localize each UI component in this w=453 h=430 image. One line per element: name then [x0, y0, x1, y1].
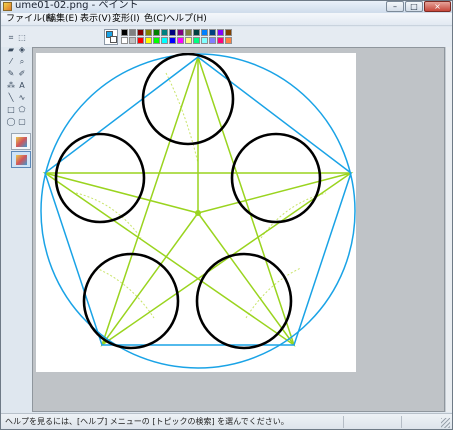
menu-help[interactable]: ヘルプ(H): [166, 13, 207, 26]
palette-swatch[interactable]: [137, 37, 144, 44]
brush-icon[interactable]: ✐: [17, 69, 27, 79]
drawing: [40, 53, 356, 369]
current-colors[interactable]: [104, 29, 118, 45]
menu-colors[interactable]: 色(C): [144, 13, 166, 26]
petal-circle-bottom-right: [195, 252, 293, 350]
palette-swatch[interactable]: [153, 37, 160, 44]
window-title: ume01-02.png - ペイント: [15, 0, 139, 11]
status-help-text: ヘルプを見るには、[ヘルプ] メニューの [トピックの検索] を選んでください。: [5, 417, 289, 426]
tool-option-opaque[interactable]: [11, 133, 31, 150]
palette-swatch[interactable]: [137, 29, 144, 36]
paint-window: ume01-02.png - ペイント – □ × ファイル(F) 編集(E) …: [0, 0, 453, 430]
palette-swatch[interactable]: [161, 29, 168, 36]
free-select-icon[interactable]: ⌗: [6, 33, 16, 43]
opaque-option-icon: [16, 137, 27, 147]
polygon-icon[interactable]: ⬠: [17, 105, 27, 115]
pencil-icon[interactable]: ✎: [6, 69, 16, 79]
paint-app-icon[interactable]: [3, 2, 12, 11]
title-bar[interactable]: ume01-02.png - ペイント – □ ×: [1, 0, 452, 13]
fill-icon[interactable]: ◈: [17, 45, 27, 55]
color-picker-icon[interactable]: ⁄: [6, 57, 16, 67]
menu-bar: ファイル(F) 編集(E) 表示(V) 変形(I) 色(C) ヘルプ(H): [1, 13, 452, 26]
palette-swatch[interactable]: [121, 29, 128, 36]
maximize-button[interactable]: □: [405, 1, 423, 12]
palette-swatch[interactable]: [225, 29, 232, 36]
rounded-rect-icon[interactable]: ▢: [17, 117, 27, 127]
palette-swatch[interactable]: [201, 37, 208, 44]
palette-swatch[interactable]: [193, 29, 200, 36]
palette-swatch[interactable]: [201, 29, 208, 36]
guide-curve-right: [245, 267, 302, 319]
resize-grip[interactable]: [441, 418, 450, 428]
status-divider: [343, 416, 344, 428]
palette-swatch[interactable]: [169, 29, 176, 36]
toolbox: ⌗ ⬚ ▰ ◈ ⁄ ⌕ ✎ ✐ ⁂ A ╲ ∿ □ ⬠ ◯ ▢: [5, 31, 32, 168]
petal-circle-left: [54, 132, 146, 224]
transparent-option-icon: [16, 155, 27, 165]
palette-swatch[interactable]: [185, 29, 192, 36]
ellipse-icon[interactable]: ◯: [6, 117, 16, 127]
star-line-bottom-left: [101, 212, 199, 346]
menu-image[interactable]: 変形(I): [112, 13, 140, 26]
palette-swatch[interactable]: [185, 37, 192, 44]
palette-swatch[interactable]: [193, 37, 200, 44]
vertical-scrollbar[interactable]: [445, 47, 452, 412]
menu-edit[interactable]: 編集(E): [47, 13, 78, 26]
guide-curve-upper-left: [75, 192, 142, 239]
palette-swatch[interactable]: [153, 29, 160, 36]
menu-view[interactable]: 表示(V): [80, 13, 111, 26]
status-bar: ヘルプを見るには、[ヘルプ] メニューの [トピックの検索] を選んでください。: [1, 413, 452, 429]
palette-swatch[interactable]: [145, 29, 152, 36]
palette-swatch[interactable]: [217, 29, 224, 36]
palette-swatch[interactable]: [177, 29, 184, 36]
airbrush-icon[interactable]: ⁂: [6, 81, 16, 91]
palette-swatch[interactable]: [217, 37, 224, 44]
status-divider: [401, 416, 402, 428]
palette-swatch[interactable]: [161, 37, 168, 44]
eraser-icon[interactable]: ▰: [6, 45, 16, 55]
petal-circle-bottom-left: [82, 252, 180, 350]
star-line-bottom-right: [197, 212, 295, 346]
palette-swatch[interactable]: [209, 37, 216, 44]
curve-icon[interactable]: ∿: [17, 93, 27, 103]
guide-curve-upper-right: [260, 192, 327, 239]
palette-swatch[interactable]: [129, 29, 136, 36]
petal-circle-right: [230, 132, 322, 224]
guide-curve-top: [165, 72, 199, 164]
tool-option-transparent[interactable]: [11, 151, 31, 168]
rect-select-icon[interactable]: ⬚: [17, 33, 27, 43]
palette-swatch[interactable]: [177, 37, 184, 44]
background-color[interactable]: [110, 36, 117, 43]
center-point: [195, 210, 201, 216]
palette-swatch[interactable]: [169, 37, 176, 44]
palette-swatch[interactable]: [129, 37, 136, 44]
petal-circle-top: [141, 53, 235, 146]
text-icon[interactable]: A: [17, 81, 27, 91]
star-line-right: [197, 172, 352, 214]
palette-swatch[interactable]: [209, 29, 216, 36]
close-button[interactable]: ×: [424, 1, 451, 12]
drawing-canvas[interactable]: [36, 53, 356, 372]
palette-swatch[interactable]: [145, 37, 152, 44]
magnifier-icon[interactable]: ⌕: [17, 57, 27, 67]
rectangle-icon[interactable]: □: [6, 105, 16, 115]
line-icon[interactable]: ╲: [6, 93, 16, 103]
minimize-button[interactable]: –: [386, 1, 404, 12]
palette-swatch[interactable]: [121, 37, 128, 44]
palette-swatch[interactable]: [225, 37, 232, 44]
